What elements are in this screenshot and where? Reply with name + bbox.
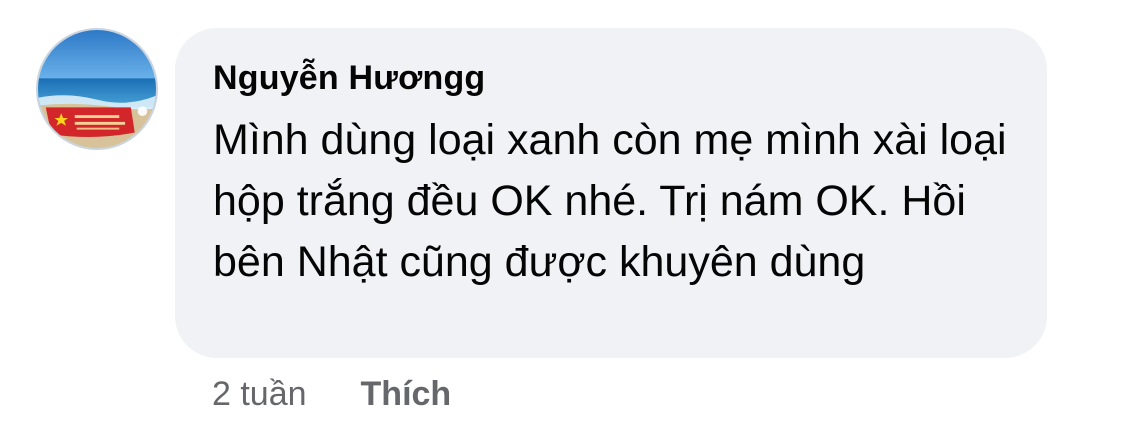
comment-bubble: Nguyễn Hươngg Mình dùng loại xanh còn mẹ… (175, 28, 1047, 358)
beach-photo-avatar-icon (38, 30, 156, 148)
comment-actions: 2 tuần Thích (212, 372, 451, 416)
comment-timestamp[interactable]: 2 tuần (212, 372, 307, 416)
comment-author[interactable]: Nguyễn Hươngg (213, 58, 1017, 98)
comment-text: Mình dùng loại xanh còn mẹ mình xài loại… (213, 116, 1007, 286)
like-button[interactable]: Thích (361, 372, 452, 416)
comment-thread: Nguyễn Hươngg Mình dùng loại xanh còn mẹ… (0, 0, 1125, 423)
avatar[interactable] (36, 28, 158, 150)
